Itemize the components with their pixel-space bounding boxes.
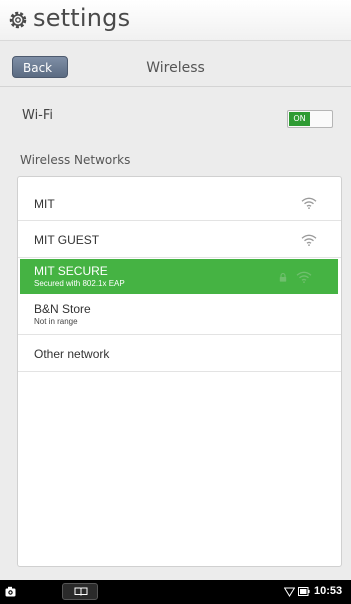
toggle-on-label: ON [289,112,310,126]
wifi-label: Wi-Fi [22,108,54,123]
network-item-bn-store[interactable]: B&N Store Not in range [18,294,341,335]
networks-heading: Wireless Networks [20,153,131,167]
lock-icon [279,273,287,282]
wifi-status-icon [284,587,295,597]
clock: 10:53 [314,585,343,597]
camera-icon[interactable] [5,586,16,597]
network-name: MIT GUEST [34,233,100,247]
library-button[interactable] [62,583,98,600]
network-status: Not in range [34,317,78,326]
network-item-mit-guest[interactable]: MIT GUEST [18,221,341,258]
network-name: MIT [34,197,55,211]
app-header: settings [0,0,351,41]
wifi-signal-icon [301,197,317,209]
wifi-signal-icon [301,234,317,246]
network-item-mit-secure[interactable]: MIT SECURE Secured with 802.1x EAP [20,259,338,294]
network-name: MIT SECURE [34,264,108,278]
network-name: Other network [34,347,110,361]
wifi-signal-icon [296,271,312,283]
book-icon [74,587,88,596]
network-name: B&N Store [34,302,91,316]
system-bar: 10:53 [0,580,351,604]
network-status: Secured with 802.1x EAP [34,279,125,288]
networks-list: MIT MIT GUEST MIT SECURE Secured with 80… [17,176,342,567]
battery-icon [298,587,310,596]
section-title: Wireless [146,60,205,76]
toolbar: Back Wireless [0,52,351,87]
wifi-toggle[interactable]: ON [287,110,333,128]
gear-icon [9,11,27,29]
page-title: settings [33,4,131,32]
network-item-other[interactable]: Other network [18,335,341,372]
network-item-mit[interactable]: MIT [18,177,341,221]
